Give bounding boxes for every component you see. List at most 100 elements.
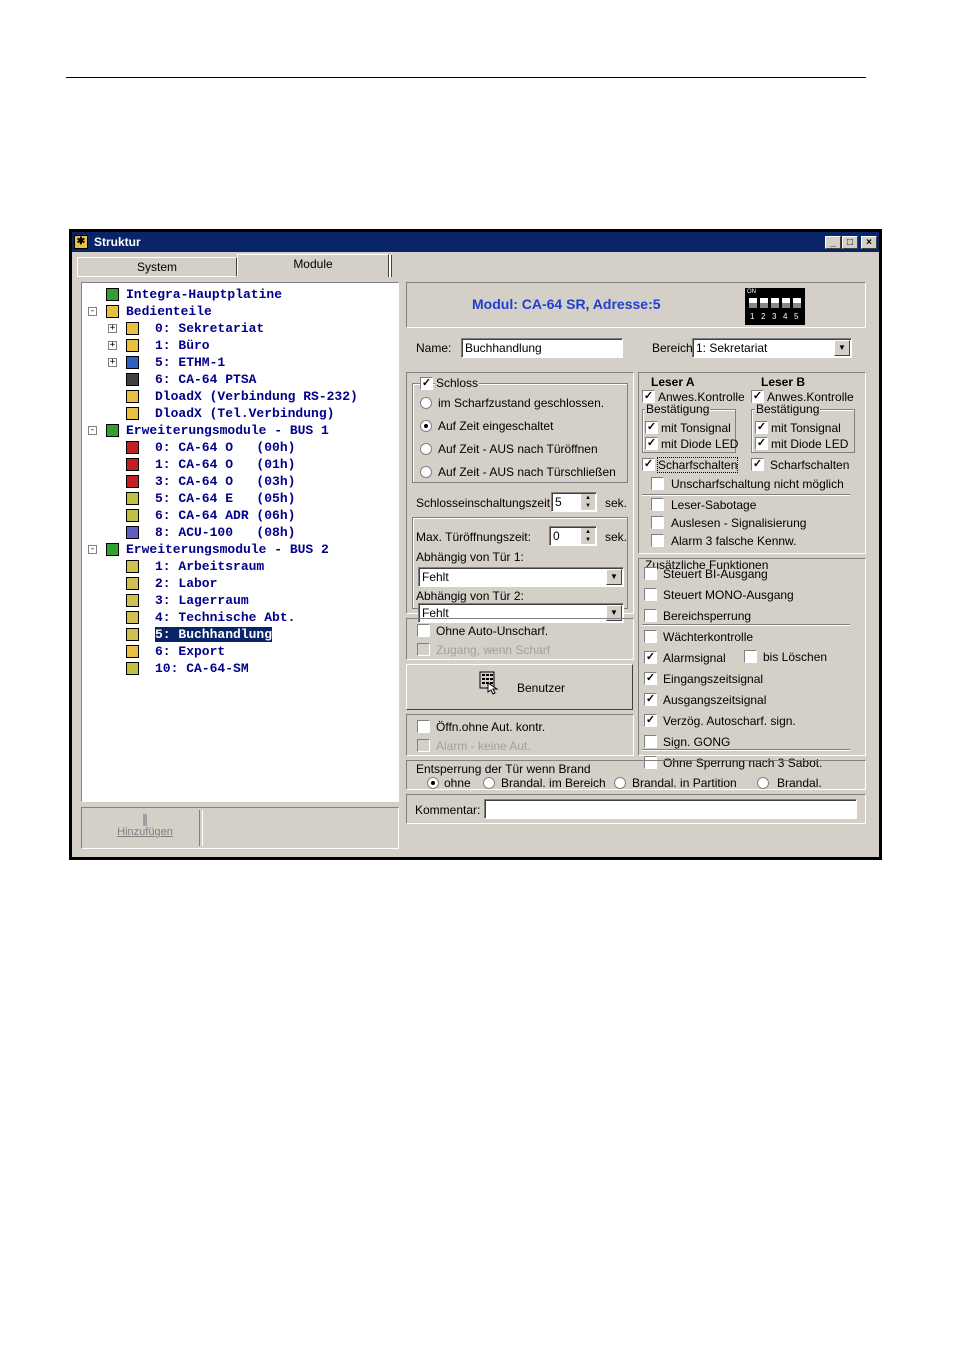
zusatz-checkbox[interactable]: ✓ [644, 714, 657, 727]
schloss-option-radio[interactable] [420, 443, 432, 455]
depend1-select[interactable]: Fehlt ▼ [418, 567, 624, 587]
minimize-button[interactable]: _ [825, 236, 841, 249]
zusatz-checkbox[interactable]: ✓ [644, 672, 657, 685]
max-open-field[interactable]: 0 ▲ ▼ [549, 526, 597, 546]
reader-icon [126, 594, 139, 607]
b-scharf-checkbox[interactable]: ✓ [751, 458, 764, 471]
name-label: Name: [416, 341, 452, 355]
tree-node[interactable]: 0: Sekretariat [155, 321, 264, 336]
tree-node[interactable]: DloadX (Verbindung RS-232) [155, 389, 358, 404]
b-tonsignal-checkbox[interactable]: ✓ [755, 421, 768, 434]
wireless-icon [126, 526, 139, 539]
name-field[interactable]: Buchhandlung [461, 338, 623, 358]
brand-option-radio[interactable] [614, 777, 626, 789]
bis-loeschen-checkbox[interactable] [744, 650, 757, 663]
a-scharf-checkbox[interactable]: ✓ [642, 458, 655, 471]
zusatz-checkbox[interactable] [644, 567, 657, 580]
zusatz-checkbox[interactable] [644, 735, 657, 748]
tree-node[interactable]: 4: Technische Abt. [155, 610, 295, 625]
unscharf-nicht-checkbox[interactable] [651, 477, 664, 490]
tree-node[interactable]: 5: Buchhandlung [155, 627, 273, 642]
chevron-down-icon[interactable]: ▼ [834, 340, 850, 356]
schloss-option-label: im Scharfzustand geschlossen. [438, 396, 605, 410]
tree-node[interactable]: 2: Labor [155, 576, 217, 591]
board-icon [106, 288, 119, 301]
expand-icon[interactable]: + [108, 358, 117, 367]
expand-icon[interactable]: + [108, 341, 117, 350]
maximize-button[interactable]: □ [842, 236, 858, 249]
auslesen-checkbox[interactable] [651, 516, 664, 529]
tree-node[interactable]: 10: CA-64-SM [155, 661, 249, 676]
collapse-icon[interactable]: - [88, 307, 97, 316]
tree-node[interactable]: Bedienteile [126, 304, 212, 319]
a-tonsignal-checkbox[interactable]: ✓ [645, 421, 658, 434]
zusatz-checkbox[interactable] [644, 609, 657, 622]
tree-node[interactable]: 8: ACU-100 (08h) [155, 525, 295, 540]
zugang-checkbox[interactable] [417, 643, 430, 656]
tree-node[interactable]: 3: CA-64 O (03h) [155, 474, 295, 489]
window-client: System Module Integra-Hauptplatine - Bedie… [72, 252, 879, 857]
alarm3-checkbox[interactable] [651, 534, 664, 547]
depend1-label: Abhängig von Tür 1: [416, 550, 524, 564]
tree-node[interactable]: 6: Export [155, 644, 225, 659]
schloss-option-radio[interactable] [420, 420, 432, 432]
tree-node[interactable]: 1: Büro [155, 338, 210, 353]
tree-node[interactable]: Integra-Hauptplatine [126, 287, 282, 302]
benutzer-button[interactable]: Benutzer [406, 664, 633, 710]
title-bar: ✱ Struktur _ □ × [72, 232, 879, 252]
kommentar-label: Kommentar: [415, 803, 481, 817]
tree-node[interactable]: 1: Arbeitsraum [155, 559, 264, 574]
tree-node[interactable]: 5: CA-64 E (05h) [155, 491, 295, 506]
tab-system[interactable]: System [77, 257, 237, 277]
offn-ohne-checkbox[interactable] [417, 720, 430, 733]
expand-icon[interactable]: + [108, 324, 117, 333]
chevron-down-icon[interactable]: ▼ [606, 569, 622, 585]
tree-node[interactable]: 6: CA-64 ADR (06h) [155, 508, 295, 523]
alarm-keine-aut-checkbox[interactable] [417, 739, 430, 752]
zusatz-checkbox[interactable] [644, 588, 657, 601]
spinner-icon[interactable]: ▲ ▼ [581, 528, 595, 544]
brand-option-radio[interactable] [483, 777, 495, 789]
add-button[interactable]: Hinzufügen [92, 812, 198, 844]
keypad-icon [126, 322, 139, 335]
module-tree[interactable]: Integra-Hauptplatine - Bedienteile +0: Sekr… [81, 282, 399, 802]
brand-option-radio[interactable] [757, 777, 769, 789]
zusatz-checkbox[interactable]: ✓ [644, 651, 657, 664]
tree-node[interactable]: Erweiterungsmodule - BUS 1 [126, 423, 329, 438]
alarm3-label: Alarm 3 falsche Kennw. [671, 534, 797, 548]
zusatz-checkbox[interactable]: ✓ [644, 693, 657, 706]
spinner-icon[interactable]: ▲ ▼ [581, 494, 595, 510]
leser-sabotage-label: Leser-Sabotage [671, 498, 757, 512]
schloss-time-label: Schlosseinschaltungszeit: [416, 496, 554, 510]
collapse-icon[interactable]: - [88, 545, 97, 554]
sek-label: sek. [605, 496, 628, 510]
collapse-icon[interactable]: - [88, 426, 97, 435]
schloss-time-field[interactable]: 5 ▲ ▼ [551, 492, 597, 512]
tree-node[interactable]: DloadX (Tel.Verbindung) [155, 406, 334, 421]
b-scharf-label: Scharfschalten [770, 458, 850, 472]
siren-icon [126, 662, 139, 675]
schloss-time-value: 5 [555, 495, 562, 509]
tree-node[interactable]: 3: Lagerraum [155, 593, 249, 608]
leser-sabotage-checkbox[interactable] [651, 498, 664, 511]
schloss-option-label: Auf Zeit - AUS nach Türschließen [438, 465, 616, 479]
ohne-auto-unscharf-checkbox[interactable] [417, 624, 430, 637]
tree-node[interactable]: 5: ETHM-1 [155, 355, 225, 370]
close-button[interactable]: × [861, 236, 877, 249]
tree-node[interactable]: 0: CA-64 O (00h) [155, 440, 295, 455]
zusatz-checkbox[interactable] [644, 630, 657, 643]
add-button-label: Hinzufügen [117, 826, 173, 838]
tab-module[interactable]: Module [237, 254, 389, 277]
tree-node[interactable]: Erweiterungsmodule - BUS 2 [126, 542, 329, 557]
zusatz-label: Wächterkontrolle [663, 630, 754, 644]
brand-option-radio[interactable] [427, 777, 439, 789]
bereich-select[interactable]: 1: Sekretariat ▼ [692, 338, 852, 358]
a-diode-checkbox[interactable]: ✓ [645, 437, 658, 450]
b-diode-checkbox[interactable]: ✓ [755, 437, 768, 450]
schloss-option-radio[interactable] [420, 466, 432, 478]
schloss-checkbox[interactable]: ✓ [420, 377, 433, 390]
tree-node[interactable]: 1: CA-64 O (01h) [155, 457, 295, 472]
tree-node[interactable]: 6: CA-64 PTSA [155, 372, 256, 387]
schloss-option-radio[interactable] [420, 397, 432, 409]
kommentar-field[interactable] [484, 799, 857, 819]
